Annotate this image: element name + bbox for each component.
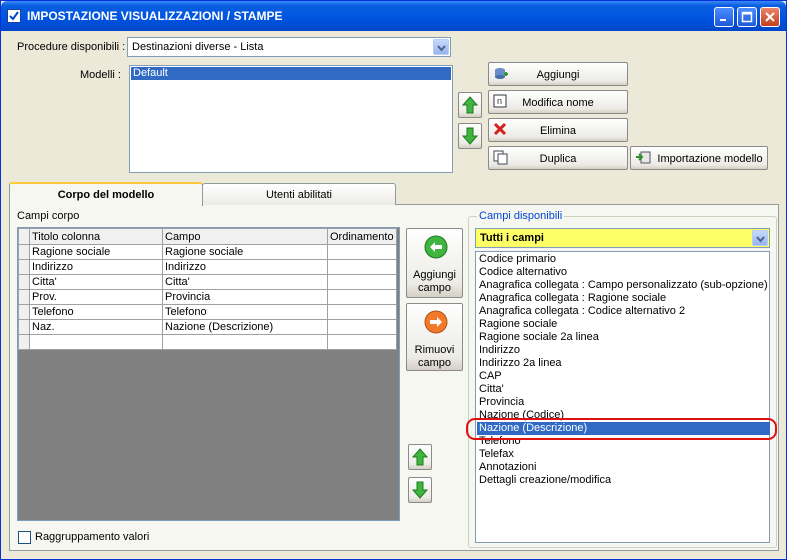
list-item[interactable]: Provincia [477,396,770,409]
list-item[interactable]: CAP [477,370,770,383]
aggiungi-button[interactable]: Aggiungi [488,62,628,86]
campi-corpo-table: Titolo colonna Campo Ordinamento Ragione… [18,228,397,350]
import-icon [636,151,651,164]
campi-corpo-label: Campi corpo [17,210,80,222]
campi-disponibili-label: Campi disponibili [477,210,565,222]
modelli-list[interactable]: Default [129,65,453,173]
col-header-ordinamento[interactable]: Ordinamento [327,228,397,245]
list-item[interactable]: Codice alternativo [477,266,770,279]
list-item[interactable]: Codice primario [477,253,770,266]
importazione-modello-button[interactable]: Importazione modello [630,146,768,170]
col-header-campo[interactable]: Campo [162,228,328,245]
arrow-right-icon [424,310,448,334]
campi-disponibili-items: Codice primario Codice alternativo Anagr… [477,253,770,543]
aggiungi-campo-button[interactable]: Aggiungi campo [406,228,463,298]
arrow-down-icon [462,127,478,145]
main-window: IMPOSTAZIONE VISUALIZZAZIONI / STAMPE Pr… [0,0,787,560]
table-header-row: Titolo colonna Campo Ordinamento [18,228,397,245]
table-row[interactable]: Ragione sociale Ragione sociale [18,244,397,260]
tab-corpo-modello[interactable]: Corpo del modello [9,182,203,206]
table-row[interactable]: Naz. Nazione (Descrizione) [18,319,397,335]
procedure-label: Procedure disponibili : [17,41,126,53]
list-item[interactable]: Citta' [477,383,770,396]
raggruppamento-label: Raggruppamento valori [35,531,150,543]
modelli-label: Modelli : [80,69,121,81]
arrow-up-icon [462,96,478,114]
model-up-button[interactable] [458,92,482,118]
close-button[interactable] [760,7,780,27]
row-down-button[interactable] [408,477,432,503]
maximize-button[interactable] [737,7,757,27]
highlight-annotation [466,418,777,440]
campi-filter-select[interactable]: Tutti i campi [475,228,770,248]
title-bar[interactable]: IMPOSTAZIONE VISUALIZZAZIONI / STAMPE [1,1,786,31]
list-item[interactable]: Indirizzo 2a linea [477,357,770,370]
table-row[interactable]: Citta' Citta' [18,274,397,290]
elimina-button[interactable]: Elimina [488,118,628,142]
campi-corpo-grid[interactable]: Titolo colonna Campo Ordinamento Ragione… [17,227,400,521]
arrow-down-icon [412,481,428,499]
list-item[interactable]: Dettagli creazione/modifica [477,474,770,487]
modelli-item-default[interactable]: Default [131,67,451,80]
procedure-select[interactable]: Destinazioni diverse - Lista [127,37,451,57]
table-row[interactable] [18,334,397,350]
arrow-left-icon [424,235,448,259]
rimuovi-campo-button[interactable]: Rimuovi campo [406,303,463,371]
raggruppamento-checkbox[interactable] [18,531,31,544]
list-item[interactable]: Ragione sociale [477,318,770,331]
row-up-button[interactable] [408,444,432,470]
list-item[interactable]: Anagrafica collegata : Ragione sociale [477,292,770,305]
app-check-icon [7,9,21,23]
chevron-down-icon[interactable] [752,230,768,246]
table-row[interactable]: Prov. Provincia [18,289,397,305]
list-item[interactable]: Ragione sociale 2a linea [477,331,770,344]
campi-filter-value: Tutti i campi [480,232,544,244]
table-row[interactable]: Indirizzo Indirizzo [18,259,397,275]
list-item[interactable]: Anagrafica collegata : Campo personalizz… [477,279,770,292]
list-item[interactable]: Indirizzo [477,344,770,357]
procedure-value: Destinazioni diverse - Lista [132,41,264,53]
arrow-up-icon [412,448,428,466]
col-header-titolo[interactable]: Titolo colonna [29,228,163,245]
list-item[interactable]: Telefax [477,448,770,461]
window-title: IMPOSTAZIONE VISUALIZZAZIONI / STAMPE [27,9,283,23]
table-row[interactable]: Telefono Telefono [18,304,397,320]
duplica-button[interactable]: Duplica [488,146,628,170]
list-item[interactable]: Anagrafica collegata : Codice alternativ… [477,305,770,318]
minimize-button[interactable] [714,7,734,27]
list-item[interactable]: Annotazioni [477,461,770,474]
tab-utenti-abilitati[interactable]: Utenti abilitati [202,183,396,205]
modifica-nome-button[interactable]: n Modifica nome [488,90,628,114]
model-down-button[interactable] [458,123,482,149]
chevron-down-icon[interactable] [433,39,449,55]
